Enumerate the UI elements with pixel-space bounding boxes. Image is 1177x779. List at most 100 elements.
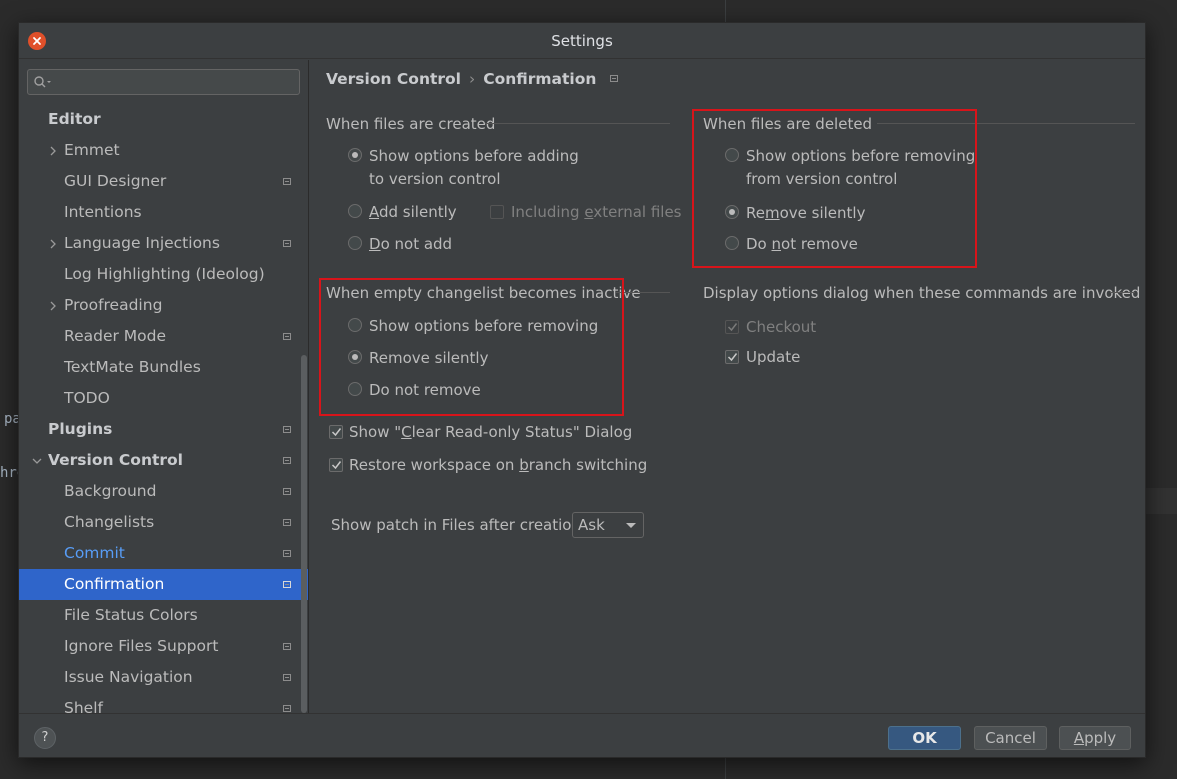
chevron-down-icon (626, 523, 636, 528)
tree-item-file-status-colors[interactable]: File Status Colors (19, 600, 308, 631)
tree-item-label: Issue Navigation (64, 668, 193, 686)
tree-item-label: Shelf (64, 699, 103, 713)
tree-item-textmate-bundles[interactable]: TextMate Bundles (19, 352, 308, 383)
tree-item-emmet[interactable]: Emmet (19, 135, 308, 166)
tree-item-proofreading[interactable]: Proofreading (19, 290, 308, 321)
files-created-title: When files are created (326, 115, 496, 133)
opt-text: dd silently (379, 203, 457, 221)
clear-readonly-label[interactable]: Show "Clear Read-only Status" Dialog (349, 421, 632, 444)
tree-item-ignore-files-support[interactable]: Ignore Files Support (19, 631, 308, 662)
search-icon (34, 76, 51, 88)
radio-do-not-remove[interactable] (725, 236, 739, 250)
ok-button[interactable]: OK (888, 726, 961, 750)
radio-add-silently[interactable] (348, 204, 362, 218)
mnemonic: b (519, 456, 529, 474)
radio-changelist-show-options[interactable] (348, 318, 362, 332)
tree-item-confirmation[interactable]: Confirmation (19, 569, 308, 600)
opt-show-options-adding-label[interactable]: Show options before adding to version co… (369, 145, 579, 191)
opt-text: Including (511, 203, 585, 221)
tree-item-label: Changelists (64, 513, 155, 531)
sidebar-scrollbar[interactable] (301, 355, 307, 713)
project-settings-icon (283, 426, 291, 433)
opt-do-not-add-label[interactable]: Do not add (369, 233, 452, 256)
project-settings-icon (283, 457, 291, 464)
project-settings-icon (283, 550, 291, 557)
mnemonic: A (369, 203, 379, 221)
tree-item-intentions[interactable]: Intentions (19, 197, 308, 228)
search-input[interactable] (27, 69, 300, 95)
chevron-right-icon[interactable] (49, 239, 57, 249)
help-button[interactable]: ? (34, 727, 56, 749)
tree-item-label: Ignore Files Support (64, 637, 219, 655)
tree-item-version-control[interactable]: Version Control (19, 445, 308, 476)
radio-changelist-remove-silently[interactable] (348, 350, 362, 364)
opt-text: o not add (380, 235, 453, 253)
mnemonic: C (401, 423, 412, 441)
checkbox-restore-workspace[interactable] (329, 458, 343, 472)
background-line-highlight (1146, 488, 1177, 514)
checkbox-checkout[interactable] (725, 320, 739, 334)
settings-tree: Editor Emmet GUI Designer Intentions Lan… (19, 104, 308, 713)
mnemonic: n (771, 235, 782, 253)
checkbox-including-external[interactable] (490, 205, 504, 219)
opt-remove-silently-label[interactable]: Remove silently (746, 202, 865, 225)
tree-item-label: Emmet (64, 141, 120, 159)
breadcrumb-parent[interactable]: Version Control (326, 70, 461, 88)
tree-item-label: File Status Colors (64, 606, 198, 624)
tree-item-language-injections[interactable]: Language Injections (19, 228, 308, 259)
opt-show-options-removing-label[interactable]: Show options before removing from versio… (746, 145, 975, 191)
checkmark-icon (331, 428, 342, 437)
tree-item-plugins[interactable]: Plugins (19, 414, 308, 445)
radio-changelist-do-not-remove[interactable] (348, 382, 362, 396)
chevron-down-icon[interactable] (32, 457, 42, 465)
opt-text: ot remove (781, 235, 858, 253)
checkbox-clear-readonly[interactable] (329, 425, 343, 439)
breadcrumb: Version Control › Confirmation (326, 70, 619, 88)
radio-do-not-add[interactable] (348, 236, 362, 250)
tree-item-shelf[interactable]: Shelf (19, 693, 308, 713)
opt-changelist-remove-silently-label[interactable]: Remove silently (369, 347, 488, 370)
apply-button[interactable]: Apply (1059, 726, 1131, 750)
tree-item-gui-designer[interactable]: GUI Designer (19, 166, 308, 197)
tree-item-issue-navigation[interactable]: Issue Navigation (19, 662, 308, 693)
opt-changelist-show-options-label[interactable]: Show options before removing (369, 315, 598, 338)
tree-item-commit[interactable]: Commit (19, 538, 308, 569)
mnemonic: m (764, 204, 780, 222)
tree-item-background[interactable]: Background (19, 476, 308, 507)
project-settings-icon (283, 581, 291, 588)
radio-remove-silently[interactable] (725, 205, 739, 219)
opt-text: ranch switching (528, 456, 648, 474)
cancel-button[interactable]: Cancel (974, 726, 1047, 750)
chevron-right-icon[interactable] (49, 146, 57, 156)
settings-sidebar: Editor Emmet GUI Designer Intentions Lan… (19, 60, 309, 713)
radio-show-options-adding[interactable] (348, 148, 362, 162)
tree-item-changelists[interactable]: Changelists (19, 507, 308, 538)
opt-including-external-label[interactable]: Including external files (511, 201, 682, 224)
group-separator (616, 292, 670, 293)
show-patch-select[interactable]: Ask (572, 512, 644, 538)
button-text: pply (1084, 729, 1117, 747)
update-label[interactable]: Update (746, 346, 800, 369)
opt-text: xternal files (593, 203, 682, 221)
opt-do-not-remove-label[interactable]: Do not remove (746, 233, 858, 256)
checkmark-icon (331, 461, 342, 470)
select-value: Ask (578, 516, 605, 534)
tree-item-log-highlighting[interactable]: Log Highlighting (Ideolog) (19, 259, 308, 290)
tree-item-label: Reader Mode (64, 327, 167, 345)
tree-item-label: Proofreading (64, 296, 163, 314)
chevron-right-icon[interactable] (49, 301, 57, 311)
tree-item-editor[interactable]: Editor (19, 104, 308, 135)
checkmark-icon (727, 323, 738, 332)
mnemonic: A (1073, 729, 1085, 747)
opt-changelist-do-not-remove-label[interactable]: Do not remove (369, 379, 481, 402)
changelist-title: When empty changelist becomes inactive (326, 284, 641, 302)
radio-show-options-removing[interactable] (725, 148, 739, 162)
restore-workspace-label[interactable]: Restore workspace on branch switching (349, 454, 647, 477)
tree-item-label: TODO (64, 389, 110, 407)
show-patch-label: Show patch in Files after creation: (331, 516, 587, 534)
checkout-label[interactable]: Checkout (746, 316, 816, 339)
opt-add-silently-label[interactable]: Add silently (369, 201, 457, 224)
checkbox-update[interactable] (725, 350, 739, 364)
tree-item-todo[interactable]: TODO (19, 383, 308, 414)
tree-item-reader-mode[interactable]: Reader Mode (19, 321, 308, 352)
